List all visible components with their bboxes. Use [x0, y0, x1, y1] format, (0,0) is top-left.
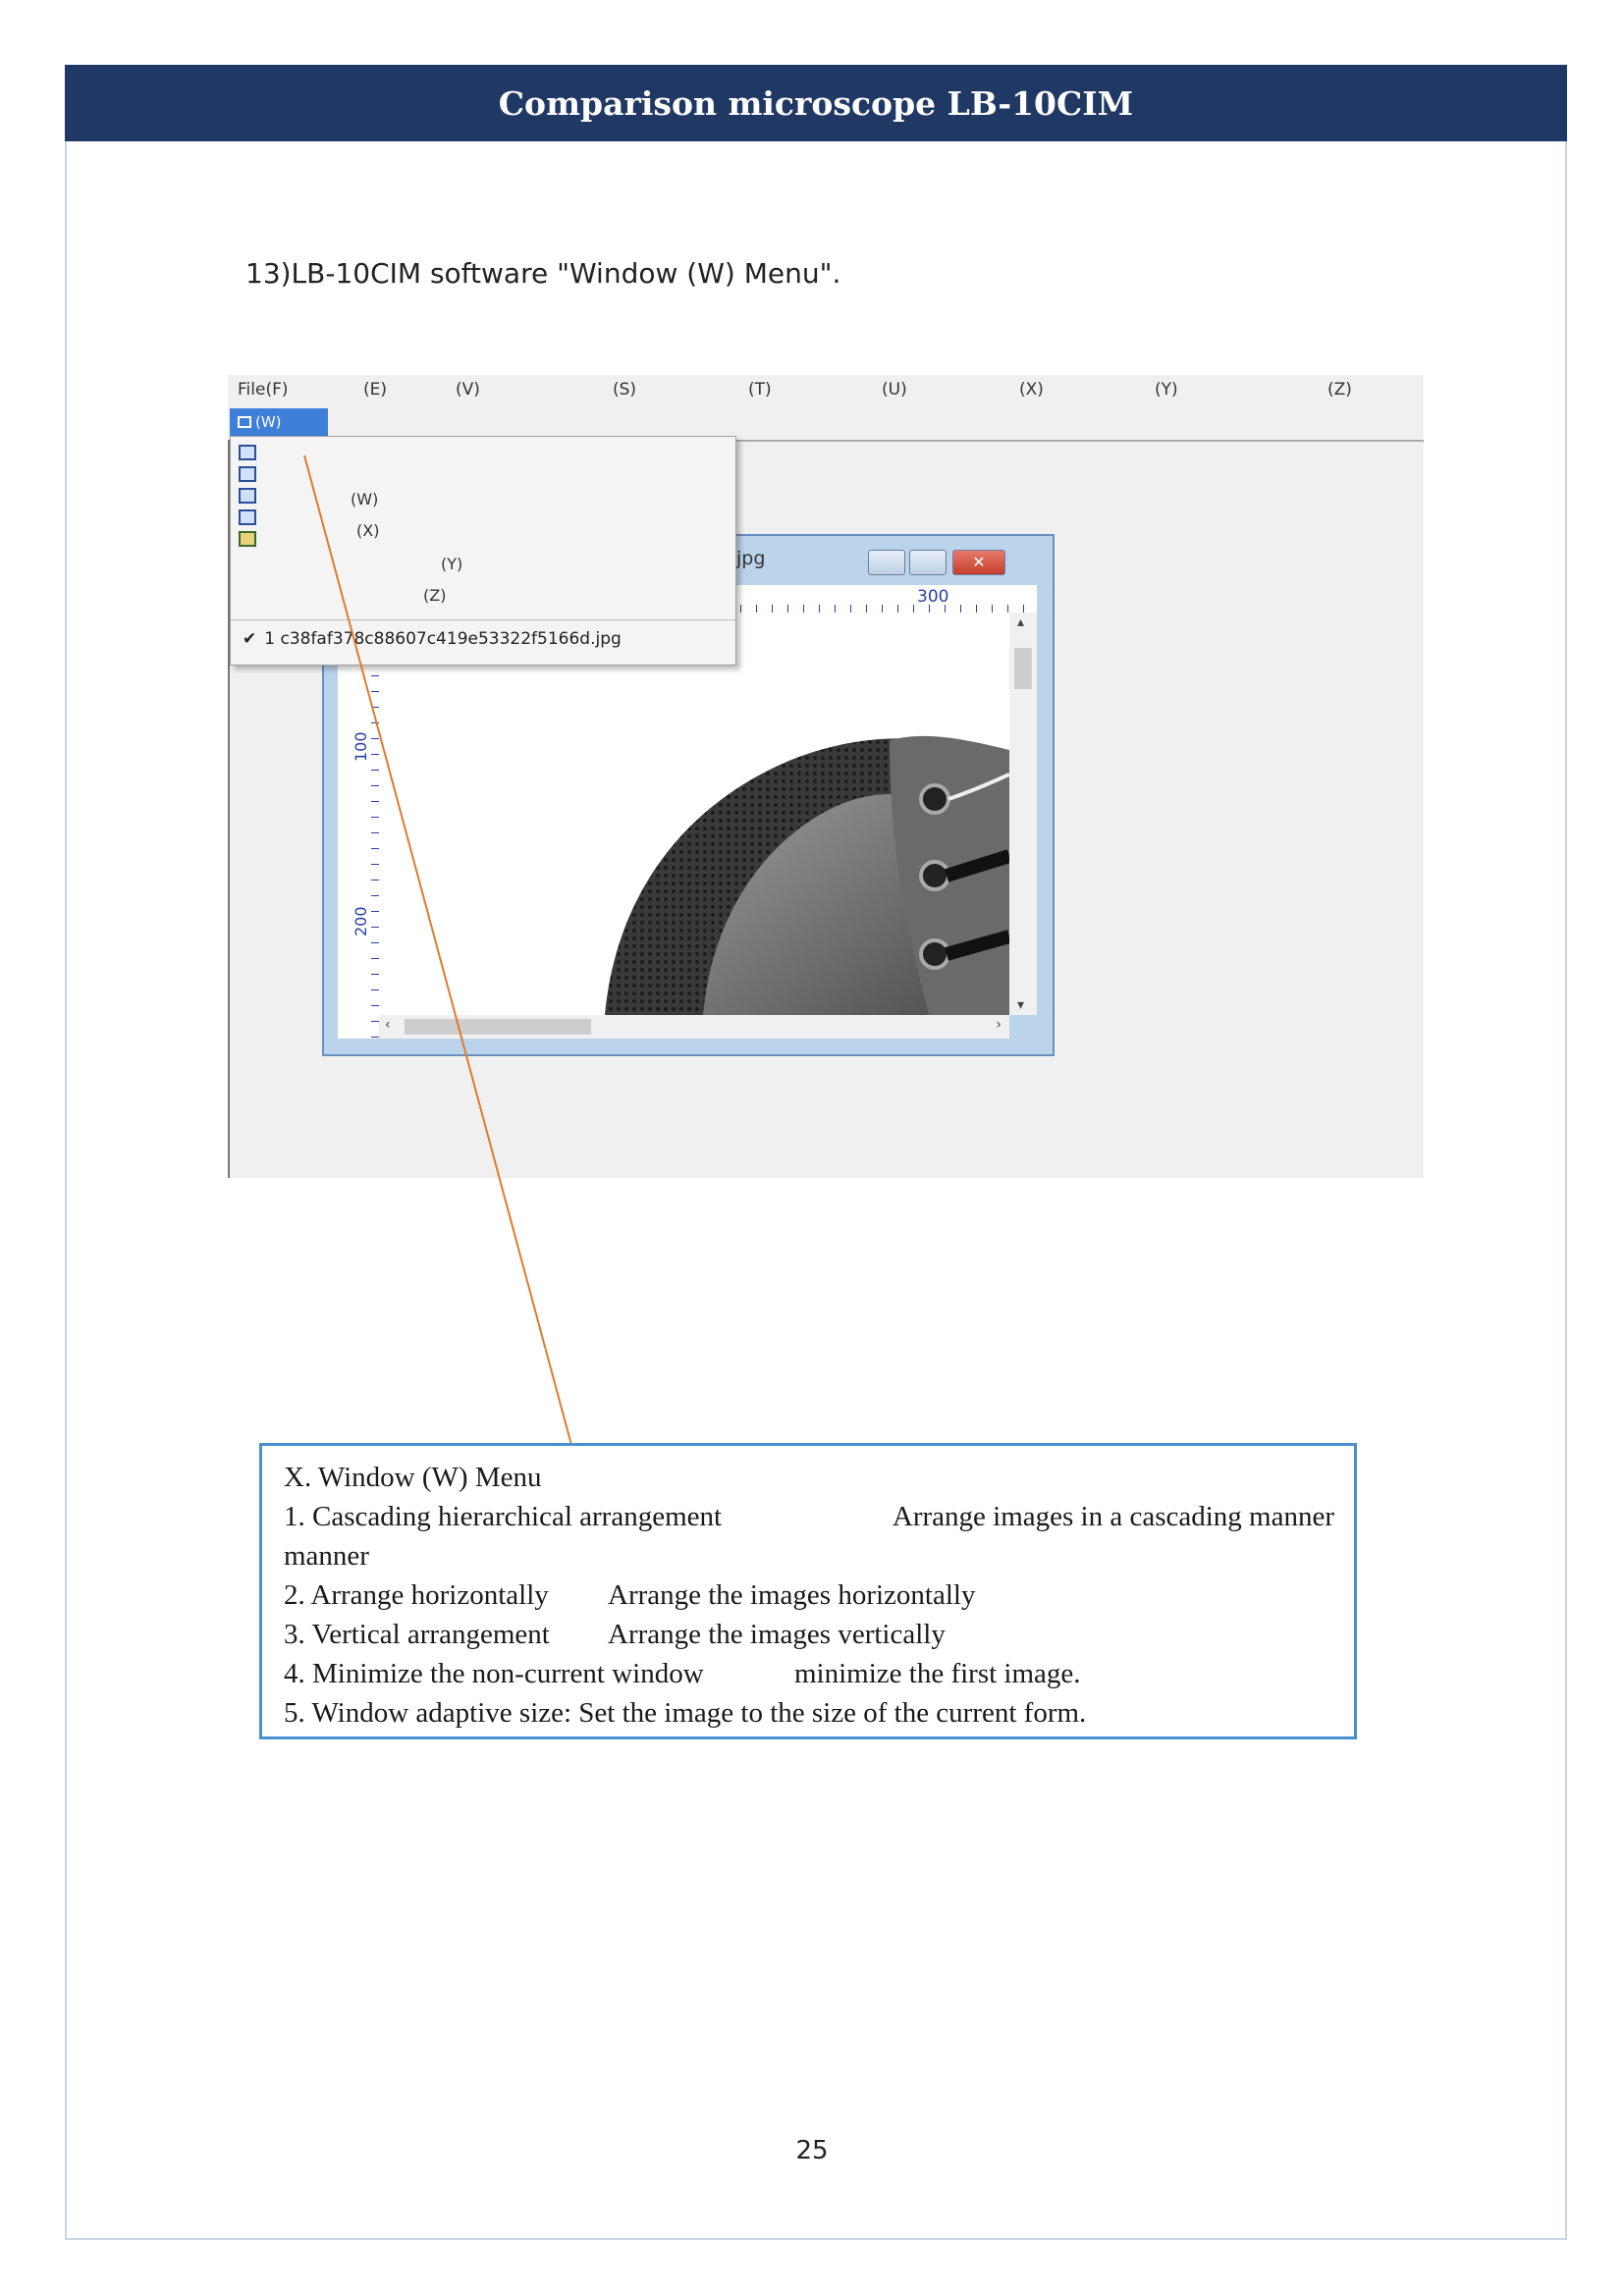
menu-view[interactable]: (V) — [456, 380, 480, 400]
callout-item-1-desc: Arrange images in a cascading manner — [892, 1501, 1334, 1532]
callout-item-3-name: 3. Vertical arrangement — [284, 1619, 550, 1650]
menu-z[interactable]: (Z) — [1327, 380, 1352, 400]
callout-item-3: 3. Vertical arrangement Arrange the imag… — [284, 1615, 1334, 1654]
close-button[interactable]: ✕ — [952, 550, 1005, 575]
menu-y[interactable]: (Y) — [1155, 380, 1178, 400]
vertical-scroll-thumb[interactable] — [1014, 648, 1032, 689]
open-file-name: 1 c38faf378c88607c419e53322f5166d.jpg — [264, 629, 622, 649]
menu-x[interactable]: (X) — [1019, 380, 1044, 400]
scroll-right-icon[interactable]: › — [996, 1017, 1001, 1033]
document-title: Comparison microscope LB-10CIM — [498, 83, 1134, 123]
cascade-windows-icon — [239, 445, 256, 460]
ruler-label-300: 300 — [917, 587, 949, 607]
image-canvas[interactable] — [379, 613, 1009, 1015]
menu-t[interactable]: (T) — [748, 380, 772, 400]
vertical-scrollbar[interactable]: ▴ ▾ — [1009, 613, 1037, 1015]
callout-item-1: 1. Cascading hierarchical arrangement Ar… — [284, 1497, 1334, 1536]
header-bar: Comparison microscope LB-10CIM — [65, 65, 1567, 141]
maximize-button[interactable] — [909, 550, 947, 575]
menu-item-arrange-horizontally[interactable]: (W) — [351, 490, 378, 508]
minimize-windows-icon — [239, 509, 256, 525]
menu-bar: File(F) (E) (V) (S) (T) (U) (X) (Y) (Z) — [228, 375, 1424, 402]
ruler-label-100: 100 — [352, 731, 370, 762]
callout-item-2: 2. Arrange horizontally Arrange the imag… — [284, 1575, 1334, 1615]
tile-vertical-icon — [239, 488, 256, 504]
callout-item-2-desc: Arrange the images horizontally — [608, 1579, 976, 1611]
menu-s[interactable]: (S) — [613, 380, 636, 400]
menu-item-minimize-noncurrent[interactable]: (Y) — [441, 555, 462, 573]
window-menu-icon — [238, 416, 251, 428]
callout-item-2-name: 2. Arrange horizontally — [284, 1579, 549, 1611]
section-heading: 13)LB-10CIM software "Window (W) Menu". — [245, 257, 841, 290]
callout-box: X. Window (W) Menu 1. Cascading hierarch… — [259, 1443, 1357, 1739]
ruler-label-200: 200 — [352, 906, 370, 936]
menu-item-open-file[interactable]: ✔ 1 c38faf378c88607c419e53322f5166d.jpg — [243, 629, 622, 649]
horizontal-scrollbar[interactable]: ‹ › — [379, 1015, 1009, 1039]
callout-item-1-name: 1. Cascading hierarchical arrangement — [284, 1501, 723, 1532]
scroll-up-icon[interactable]: ▴ — [1017, 614, 1024, 630]
callout-item-5: 5. Window adaptive size: Set the image t… — [284, 1697, 1087, 1729]
software-screenshot: File(F) (E) (V) (S) (T) (U) (X) (Y) (Z) … — [228, 375, 1424, 1178]
callout-item-4: 4. Minimize the non-current window minim… — [284, 1654, 1334, 1693]
checkmark-icon: ✔ — [243, 629, 257, 649]
shoe-image — [605, 735, 1009, 1015]
callout-item-4-desc: minimize the first image. — [794, 1658, 1081, 1689]
callout-title: X. Window (W) Menu — [284, 1462, 542, 1493]
menu-edit[interactable]: (E) — [363, 380, 387, 400]
page-number: 25 — [795, 2136, 829, 2165]
vertical-ruler: 100 200 — [338, 613, 380, 1039]
scroll-left-icon[interactable]: ‹ — [385, 1017, 391, 1033]
menu-item-adaptive-size[interactable]: (Z) — [423, 586, 446, 605]
ruler-ticks — [371, 613, 379, 1039]
horizontal-scroll-thumb[interactable] — [405, 1019, 591, 1035]
window-menu-dropdown: (W) (X) (Y) (Z) ✔ 1 c38faf378c88607c419e5… — [230, 436, 736, 666]
menu-icon-column — [239, 445, 262, 564]
callout-item-3-desc: Arrange the images vertically — [608, 1619, 946, 1650]
image-fit-icon — [239, 531, 256, 547]
minimize-button[interactable] — [868, 550, 905, 575]
menu-window-label: (W) — [255, 413, 282, 431]
callout-item-4-name: 4. Minimize the non-current window — [284, 1658, 704, 1689]
menu-item-arrange-vertically[interactable]: (X) — [356, 521, 379, 540]
menu-separator — [231, 619, 735, 620]
menu-file[interactable]: File(F) — [238, 380, 289, 400]
callout-item-1-wrap: manner — [284, 1540, 369, 1572]
menu-u[interactable]: (U) — [882, 380, 907, 400]
scroll-down-icon[interactable]: ▾ — [1017, 997, 1024, 1013]
tile-horizontal-icon — [239, 466, 256, 482]
menu-window[interactable]: (W) — [230, 408, 328, 436]
image-window-title: jpg — [736, 548, 766, 569]
